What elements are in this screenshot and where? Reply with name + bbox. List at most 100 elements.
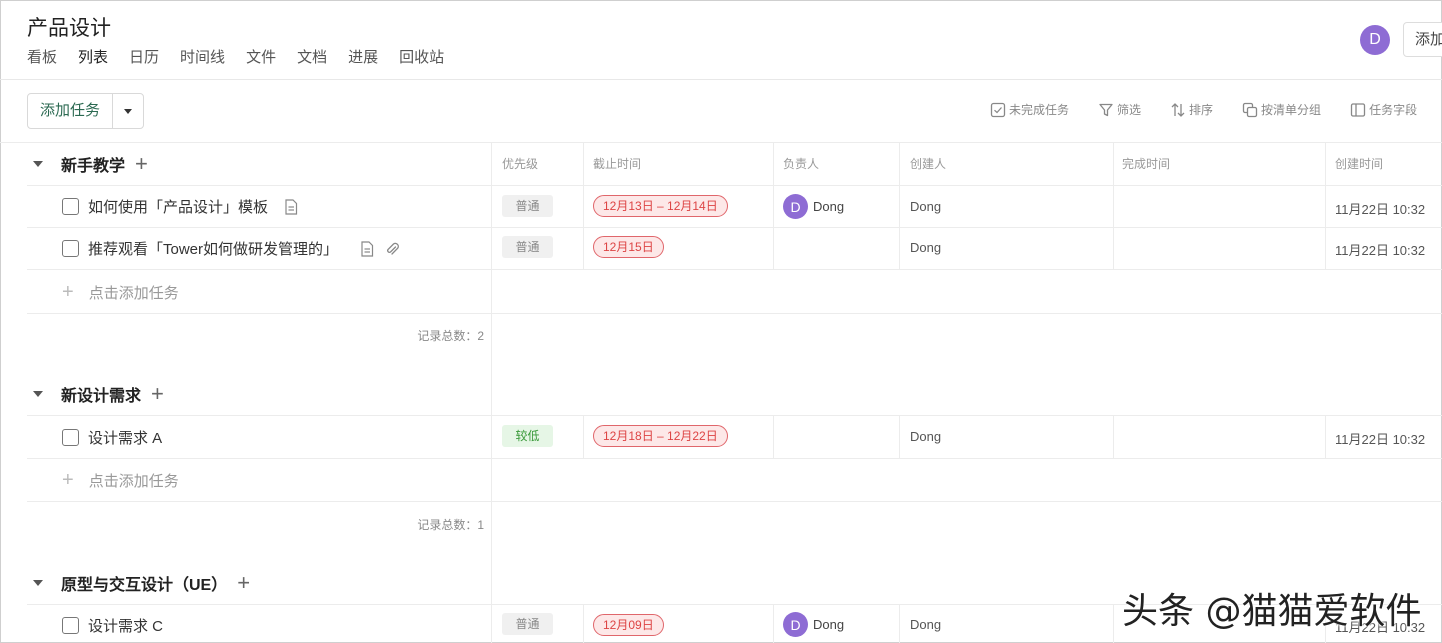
chevron-down-icon	[124, 109, 132, 114]
task-row[interactable]: 如何使用「产品设计」模板	[62, 196, 298, 217]
avatar: D	[783, 612, 808, 637]
filter-button[interactable]: 筛选	[1098, 101, 1141, 118]
add-button[interactable]: 添加	[1403, 22, 1442, 57]
priority-badge[interactable]: 普通	[502, 195, 553, 217]
column-header-priority[interactable]: 优先级	[502, 155, 538, 172]
tab-calendar[interactable]: 日历	[129, 46, 159, 67]
task-title[interactable]: 设计需求 C	[88, 615, 163, 636]
task-row[interactable]: 设计需求 C	[62, 615, 163, 636]
column-header-creator[interactable]: 创建人	[910, 155, 946, 172]
created-time: 11月22日 10:32	[1335, 240, 1425, 259]
collapse-caret-icon[interactable]	[33, 391, 43, 397]
row-divider	[27, 269, 1442, 270]
column-header-created[interactable]: 创建时间	[1335, 155, 1383, 172]
priority-badge[interactable]: 普通	[502, 613, 553, 635]
filter-label: 筛选	[1117, 101, 1141, 118]
record-count: 记录总数：2	[417, 327, 484, 344]
incomplete-filter-button[interactable]: 未完成任务	[990, 101, 1069, 118]
creator: Dong	[910, 199, 941, 214]
add-task-label: 点击添加任务	[89, 470, 179, 491]
row-divider	[27, 501, 1442, 502]
group-by-list-button[interactable]: 按清单分组	[1242, 101, 1321, 118]
due-date-badge[interactable]: 12月18日 – 12月22日	[593, 425, 728, 447]
task-row[interactable]: 设计需求 A	[62, 427, 162, 448]
assignee[interactable]: D Dong	[783, 612, 844, 637]
task-checkbox[interactable]	[62, 429, 79, 446]
column-divider	[899, 415, 900, 459]
collapse-caret-icon[interactable]	[33, 161, 43, 167]
task-title[interactable]: 推荐观看「Tower如何做研发管理的」	[88, 238, 338, 259]
user-avatar[interactable]: D	[1360, 25, 1390, 55]
due-date-badge[interactable]: 12月09日	[593, 614, 664, 636]
column-divider	[1113, 142, 1114, 270]
assignee[interactable]: D Dong	[783, 194, 844, 219]
tab-list[interactable]: 列表	[78, 46, 108, 67]
sort-button[interactable]: 排序	[1170, 101, 1213, 118]
sort-label: 排序	[1189, 101, 1213, 118]
task-row[interactable]: 推荐观看「Tower如何做研发管理的」	[62, 238, 400, 259]
due-date-badge[interactable]: 12月13日 – 12月14日	[593, 195, 728, 217]
add-task-plus-icon[interactable]: +	[151, 385, 164, 403]
section-header[interactable]: 新手教学 +	[33, 152, 148, 176]
app-window	[0, 0, 1442, 643]
add-task-button[interactable]: 添加任务	[28, 94, 113, 128]
row-divider	[27, 227, 1442, 228]
tab-kanban[interactable]: 看板	[27, 46, 57, 67]
checkbox-icon	[990, 102, 1006, 118]
due-date-badge[interactable]: 12月15日	[593, 236, 664, 258]
column-divider	[1325, 415, 1326, 459]
page-title: 产品设计	[27, 12, 111, 42]
view-tabs: 看板 列表 日历 时间线 文件 文档 进展 回收站	[27, 46, 465, 67]
column-divider	[1113, 604, 1114, 643]
column-divider	[583, 142, 584, 270]
add-task-row[interactable]: + 点击添加任务	[62, 469, 179, 492]
incomplete-filter-label: 未完成任务	[1009, 101, 1069, 118]
document-icon	[360, 241, 374, 257]
add-task-row[interactable]: + 点击添加任务	[62, 281, 179, 304]
task-checkbox[interactable]	[62, 617, 79, 634]
task-checkbox[interactable]	[62, 240, 79, 257]
column-divider	[773, 604, 774, 643]
column-header-due[interactable]: 截止时间	[593, 155, 641, 172]
section-header[interactable]: 原型与交互设计（UE） +	[33, 571, 250, 595]
add-task-plus-icon[interactable]: +	[135, 155, 148, 173]
divider	[0, 142, 1442, 143]
task-checkbox[interactable]	[62, 198, 79, 215]
add-task-dropdown[interactable]	[113, 94, 143, 128]
collapse-caret-icon[interactable]	[33, 580, 43, 586]
row-divider	[27, 313, 1442, 314]
priority-badge[interactable]: 较低	[502, 425, 553, 447]
priority-badge[interactable]: 普通	[502, 236, 553, 258]
add-task-plus-icon[interactable]: +	[237, 574, 250, 592]
sort-icon	[1170, 102, 1186, 118]
tab-docs[interactable]: 文档	[297, 46, 327, 67]
column-divider	[773, 415, 774, 459]
tab-files[interactable]: 文件	[246, 46, 276, 67]
funnel-icon	[1098, 102, 1114, 118]
section-title: 新手教学	[61, 152, 125, 176]
assignee-name: Dong	[813, 617, 844, 632]
avatar: D	[783, 194, 808, 219]
creator: Dong	[910, 429, 941, 444]
project-header: 产品设计 看板 列表 日历 时间线 文件 文档 进展 回收站 D 添加	[0, 0, 1442, 80]
section-title: 原型与交互设计（UE）	[61, 571, 227, 595]
group-by-list-label: 按清单分组	[1261, 101, 1321, 118]
document-icon	[284, 199, 298, 215]
column-header-assignee[interactable]: 负责人	[783, 155, 819, 172]
task-title[interactable]: 如何使用「产品设计」模板	[88, 196, 268, 217]
tab-timeline[interactable]: 时间线	[180, 46, 225, 67]
creator: Dong	[910, 240, 941, 255]
task-title[interactable]: 设计需求 A	[88, 427, 162, 448]
column-divider	[491, 142, 492, 643]
tab-trash[interactable]: 回收站	[399, 46, 444, 67]
tab-progress[interactable]: 进展	[348, 46, 378, 67]
assignee-name: Dong	[813, 199, 844, 214]
task-fields-button[interactable]: 任务字段	[1350, 101, 1417, 118]
section-header[interactable]: 新设计需求 +	[33, 382, 164, 406]
add-task-group: 添加任务	[27, 93, 144, 129]
column-divider	[583, 604, 584, 643]
column-divider	[583, 415, 584, 459]
column-header-completed[interactable]: 完成时间	[1122, 155, 1170, 172]
list-toolbar: 未完成任务 筛选 排序 按清单分组 任务字段	[990, 101, 1417, 118]
row-divider	[27, 185, 1442, 186]
